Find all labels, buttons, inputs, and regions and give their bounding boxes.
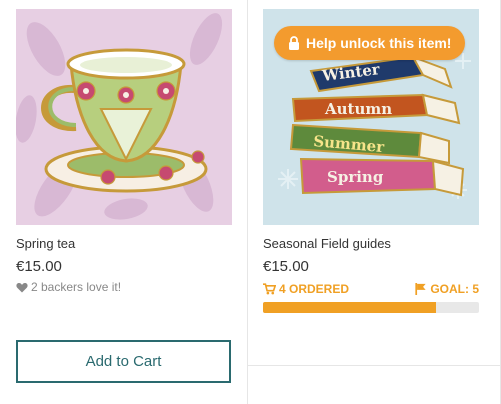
lock-icon	[289, 36, 299, 50]
product-title[interactable]: Seasonal Field guides	[263, 236, 391, 251]
goal-text: GOAL: 5	[430, 282, 479, 296]
product-price: €15.00	[16, 258, 62, 275]
book-spine-spring: Spring	[327, 168, 384, 186]
book-spine-autumn: Autumn	[324, 100, 392, 118]
goal-progress-fill	[263, 302, 436, 313]
product-title[interactable]: Spring tea	[16, 236, 75, 251]
goal-progress-bar	[263, 302, 479, 313]
unlock-badge[interactable]: Help unlock this item!	[274, 26, 466, 60]
goal-count: GOAL: 5	[414, 282, 479, 296]
product-price: €15.00	[263, 258, 309, 275]
product-card-spring-tea: Spring tea €15.00 2 backers love it! Add…	[0, 0, 248, 404]
product-image-spring-tea[interactable]	[16, 9, 232, 225]
teacup-pin-image	[16, 9, 232, 225]
card-footer-divider	[248, 365, 500, 366]
ordered-count: 4 ORDERED	[263, 282, 349, 296]
order-stats: 4 ORDERED GOAL: 5	[263, 282, 479, 298]
add-to-cart-button[interactable]: Add to Cart	[16, 340, 231, 383]
cart-icon	[263, 283, 276, 295]
unlock-badge-text: Help unlock this item!	[306, 35, 452, 51]
backers-text: 2 backers love it!	[31, 280, 122, 294]
backers-count: 2 backers love it!	[16, 280, 121, 294]
flag-icon	[415, 283, 426, 295]
ordered-text: 4 ORDERED	[279, 282, 350, 296]
product-card-seasonal-field-guides: Winter Autumn Summer Spring Help unlock …	[248, 0, 501, 404]
heart-icon	[16, 282, 28, 292]
